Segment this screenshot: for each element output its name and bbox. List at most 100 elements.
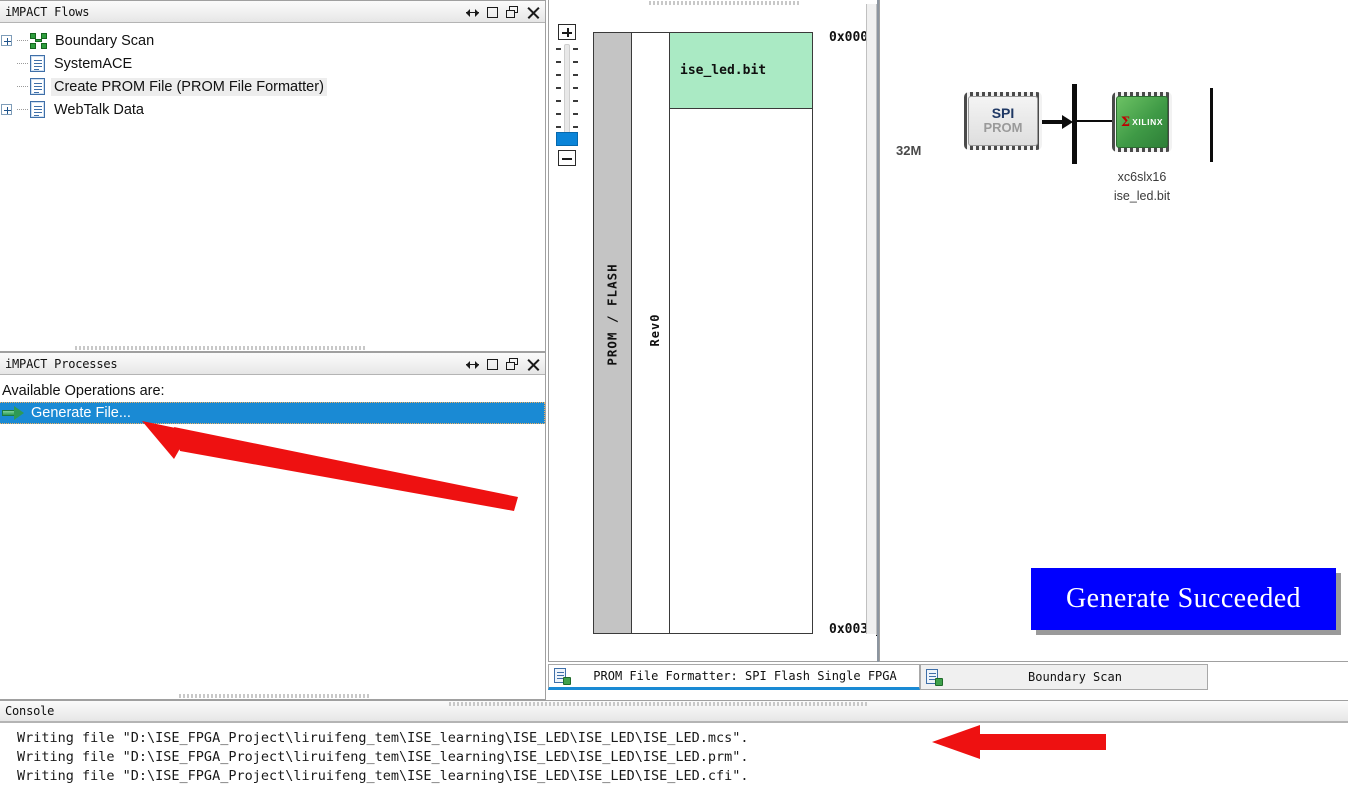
console-title: Console xyxy=(5,704,55,718)
impact-application-window: iMPACT Flows Boundary Scan SystemACE Cre… xyxy=(0,0,1348,806)
tree-item-label: Create PROM File (PROM File Formatter) xyxy=(51,77,327,96)
expander-icon[interactable] xyxy=(1,35,12,46)
tab-prom-file-formatter[interactable]: PROM File Formatter: SPI Flash Single FP… xyxy=(548,664,920,690)
slider-tick xyxy=(556,48,561,50)
tree-item-label: Boundary Scan xyxy=(55,32,155,49)
spi-prom-line2: PROM xyxy=(983,119,1023,135)
console-output[interactable]: Writing file "D:\ISE_FPGA_Project\liruif… xyxy=(0,723,1348,786)
close-icon[interactable] xyxy=(527,6,540,19)
document-icon xyxy=(30,55,45,72)
slider-tick xyxy=(573,113,578,115)
tree-connector xyxy=(14,29,30,52)
available-operations-heading: Available Operations are: xyxy=(0,380,545,402)
impact-processes-title: iMPACT Processes xyxy=(5,356,118,371)
expander-icon[interactable] xyxy=(1,104,12,115)
zoom-slider-rail xyxy=(564,44,570,144)
impact-flows-title: iMPACT Flows xyxy=(5,4,90,19)
pane-resize-grip[interactable] xyxy=(649,1,799,5)
device-chain-pane: 32M SPI PROM Σ XILINX xc6slx16 ise_led.b… xyxy=(879,0,1348,662)
tree-item-webtalk-data[interactable]: WebTalk Data xyxy=(0,98,545,121)
tree-item-label: WebTalk Data xyxy=(54,101,144,118)
slider-tick xyxy=(556,100,561,102)
spi-prom-chip[interactable]: SPI PROM xyxy=(964,92,1042,150)
slider-tick xyxy=(556,113,561,115)
device-size-label: 32M xyxy=(896,143,922,158)
rev0-label: Rev0 xyxy=(648,313,662,347)
tree-item-systemace[interactable]: SystemACE xyxy=(0,52,545,75)
maximize-icon[interactable] xyxy=(487,359,498,370)
impact-flows-tree: Boundary Scan SystemACE Create PROM File… xyxy=(0,23,545,121)
prom-data-block-label: ise_led.bit xyxy=(680,63,767,78)
zoom-slider-thumb[interactable] xyxy=(556,132,578,146)
tree-item-create-prom-file[interactable]: Create PROM File (PROM File Formatter) xyxy=(0,75,545,98)
close-icon[interactable] xyxy=(527,358,540,371)
impact-flows-title-buttons xyxy=(466,1,540,23)
fpga-chip-xc6slx16[interactable]: Σ XILINX xyxy=(1112,92,1172,152)
tree-connector xyxy=(14,98,30,121)
impact-flows-titlebar: iMPACT Flows xyxy=(0,1,545,23)
view-tabstrip: PROM File Formatter: SPI Flash Single FP… xyxy=(548,664,1348,694)
console-resize-grip[interactable] xyxy=(449,702,869,706)
tab-boundary-scan[interactable]: Boundary Scan xyxy=(920,664,1208,690)
impact-processes-titlebar: iMPACT Processes xyxy=(0,353,545,375)
pane-vertical-scrollbar[interactable] xyxy=(866,4,877,634)
slider-tick xyxy=(573,126,578,128)
panel-resize-grip[interactable] xyxy=(179,694,369,698)
impact-processes-title-buttons xyxy=(466,353,540,375)
slider-tick xyxy=(556,87,561,89)
prom-formatter-tab-icon xyxy=(554,667,571,685)
slider-tick xyxy=(573,61,578,63)
slider-tick xyxy=(556,74,561,76)
restore-icon[interactable] xyxy=(506,5,519,19)
rev0-column: Rev0 xyxy=(632,33,670,633)
boundary-scan-tab-icon xyxy=(926,668,943,686)
slider-tick xyxy=(573,100,578,102)
xilinx-logo-icon: Σ XILINX xyxy=(1121,115,1163,130)
slider-tick xyxy=(573,87,578,89)
slider-tick xyxy=(573,48,578,50)
expander-placeholder xyxy=(1,58,12,69)
green-arrow-icon xyxy=(2,406,24,420)
zoom-slider-track[interactable] xyxy=(555,42,579,146)
prom-flash-label: PROM / FLASH xyxy=(604,263,620,366)
prom-data-block-ise-led-bit[interactable]: ise_led.bit xyxy=(670,33,812,109)
process-item-label: Generate File... xyxy=(31,405,131,421)
panel-resize-grip[interactable] xyxy=(75,346,365,350)
impact-flows-panel: iMPACT Flows Boundary Scan SystemACE Cre… xyxy=(0,0,546,352)
dock-arrows-icon[interactable] xyxy=(466,6,479,19)
network-icon xyxy=(30,32,47,49)
slider-tick xyxy=(556,126,561,128)
zoom-in-button[interactable] xyxy=(558,24,576,40)
document-icon xyxy=(30,78,45,95)
console-line: Writing file "D:\ISE_FPGA_Project\liruif… xyxy=(17,768,749,784)
console-line: Writing file "D:\ISE_FPGA_Project\liruif… xyxy=(17,730,749,746)
zoom-out-button[interactable] xyxy=(558,150,576,166)
expander-placeholder xyxy=(1,81,12,92)
prom-memory-map: PROM / FLASH Rev0 ise_led.bit xyxy=(593,32,813,634)
maximize-icon[interactable] xyxy=(487,7,498,18)
jtag-chain-terminator xyxy=(1210,88,1213,162)
tree-item-boundary-scan[interactable]: Boundary Scan xyxy=(0,29,545,52)
slider-tick xyxy=(573,74,578,76)
generate-succeeded-label: Generate Succeeded xyxy=(1066,583,1301,614)
dock-arrows-icon[interactable] xyxy=(466,358,479,371)
restore-icon[interactable] xyxy=(506,357,519,371)
xilinx-sigma-mark: Σ xyxy=(1120,114,1131,130)
xilinx-wordmark: XILINX xyxy=(1132,117,1164,127)
tab-label: Boundary Scan xyxy=(1028,670,1122,684)
jtag-bus-left xyxy=(1072,84,1077,164)
processes-list: Available Operations are: Generate File.… xyxy=(0,375,545,424)
prom-flash-column: PROM / FLASH xyxy=(594,33,632,633)
zoom-slider[interactable] xyxy=(555,24,579,166)
tree-connector xyxy=(14,52,30,75)
jtag-bus-horizontal xyxy=(1077,120,1113,122)
process-item-generate-file[interactable]: Generate File... xyxy=(0,402,545,424)
spi-prom-line1: SPI xyxy=(991,105,1015,122)
fpga-bitstream-name: ise_led.bit xyxy=(1113,188,1171,203)
tree-connector xyxy=(14,75,30,98)
impact-processes-panel: iMPACT Processes Available Operations ar… xyxy=(0,352,546,700)
tree-item-label: SystemACE xyxy=(54,55,133,72)
prom-file-formatter-pane: PROM / FLASH Rev0 ise_led.bit 0x0000_000… xyxy=(548,0,915,662)
fpga-device-name: xc6slx16 xyxy=(1117,170,1167,184)
document-icon xyxy=(30,101,45,118)
